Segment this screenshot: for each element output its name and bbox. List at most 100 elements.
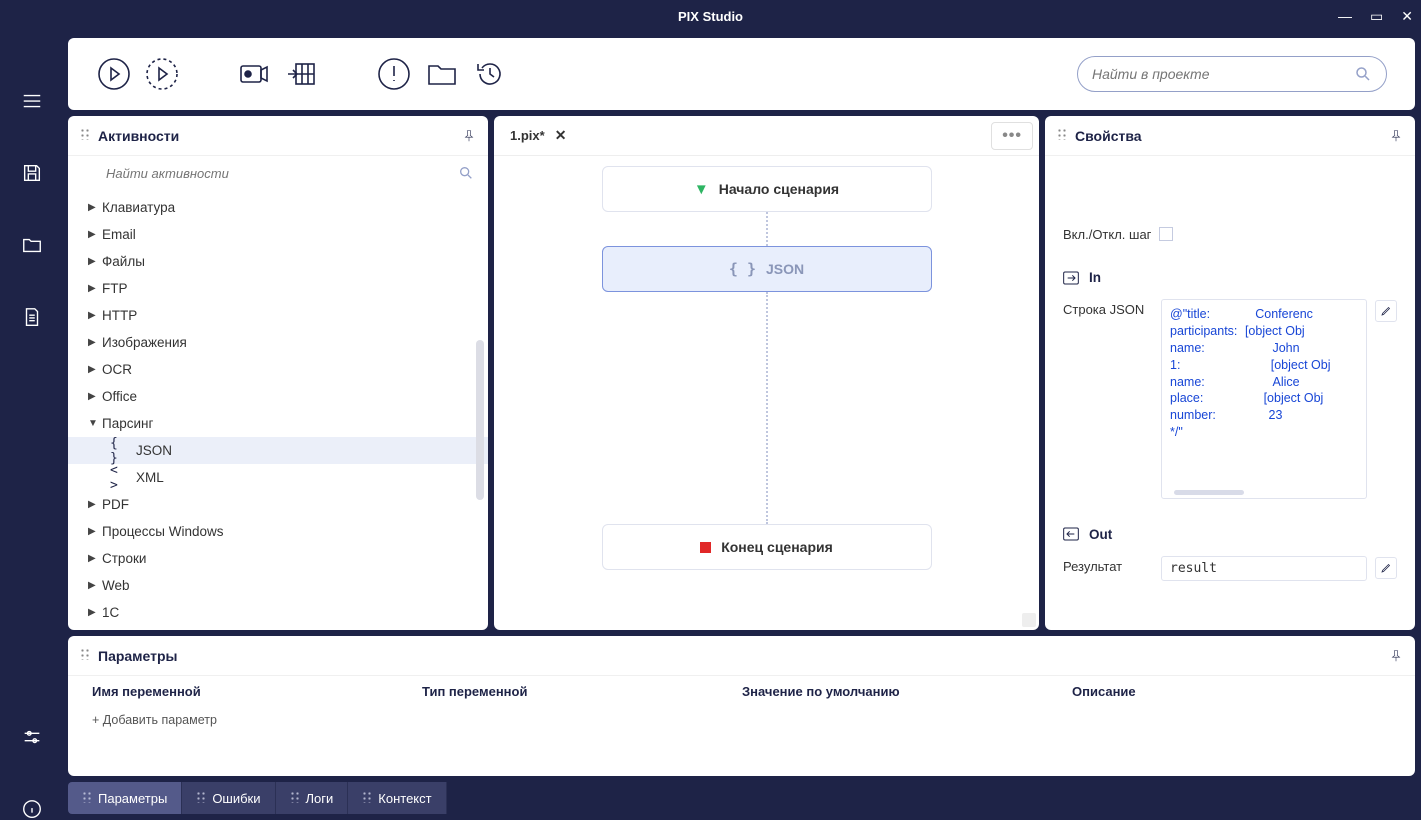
tree-item-label: Изображения <box>102 335 187 350</box>
result-value[interactable]: result <box>1161 556 1367 581</box>
col-variable-name[interactable]: Имя переменной <box>92 684 422 699</box>
search-icon <box>458 165 474 181</box>
properties-header[interactable]: Свойства <box>1045 116 1415 156</box>
history-icon[interactable] <box>472 56 508 92</box>
tree-item-label: Клавиатура <box>102 200 175 215</box>
json-string-label: Строка JSON <box>1063 299 1153 317</box>
footer-tab-label: Параметры <box>98 791 167 806</box>
flow-json-node[interactable]: { } JSON <box>602 246 932 292</box>
col-description[interactable]: Описание <box>1072 684 1136 699</box>
chevron-right-icon: ▶ <box>88 580 102 591</box>
tree-item[interactable]: ▶FTP <box>68 275 488 302</box>
footer-tab-errors[interactable]: Ошибки <box>182 782 275 814</box>
run-step-icon[interactable] <box>144 56 180 92</box>
left-rail <box>0 32 64 820</box>
canvas[interactable]: ▼ Начало сценария { } JSON Конец сценари… <box>494 156 1039 630</box>
play-icon: ▼ <box>694 181 709 198</box>
maximize-button[interactable]: ▭ <box>1370 8 1383 25</box>
run-icon[interactable] <box>96 56 132 92</box>
footer-tab-label: Логи <box>306 791 334 806</box>
tree-item[interactable]: ▶1C <box>68 599 488 626</box>
tree-item[interactable]: ▶Клавиатура <box>68 194 488 221</box>
titlebar: PIX Studio — ▭ ✕ <box>0 0 1421 32</box>
search-icon <box>1354 65 1372 83</box>
tree-item-label: HTTP <box>102 308 137 323</box>
chevron-right-icon: ▶ <box>88 499 102 510</box>
chevron-down-icon: ▼ <box>88 418 102 429</box>
chevron-right-icon: ▶ <box>88 607 102 618</box>
footer-tab-context[interactable]: Контекст <box>348 782 446 814</box>
tree-item[interactable]: ▶Файлы <box>68 248 488 275</box>
in-section[interactable]: In <box>1063 270 1397 285</box>
add-parameter-button[interactable]: + Добавить параметр <box>68 707 1415 733</box>
tree-item-label: Web <box>102 578 130 593</box>
flow-start-node[interactable]: ▼ Начало сценария <box>602 166 932 212</box>
tree-item[interactable]: ▶Email <box>68 221 488 248</box>
chevron-right-icon: ▶ <box>88 337 102 348</box>
chevron-right-icon: ▶ <box>88 553 102 564</box>
scrollbar-thumb[interactable] <box>476 340 484 500</box>
pin-icon[interactable] <box>1389 649 1403 663</box>
warning-icon[interactable] <box>376 56 412 92</box>
node-label: Конец сценария <box>721 539 833 555</box>
activities-search-input[interactable] <box>82 166 458 181</box>
out-label: Out <box>1089 527 1112 542</box>
tree-item[interactable]: ▶Процессы Windows <box>68 518 488 545</box>
settings-icon[interactable] <box>21 726 43 748</box>
tree-item[interactable]: ▼Парсинг <box>68 410 488 437</box>
footer-tab-logs[interactable]: Логи <box>276 782 349 814</box>
info-icon[interactable] <box>21 798 43 820</box>
edit-button[interactable] <box>1375 557 1397 579</box>
flow-end-node[interactable]: Конец сценария <box>602 524 932 570</box>
tree-item[interactable]: ▶Office <box>68 383 488 410</box>
activities-panel: Активности ▶Клавиатура▶Email▶Файлы▶FTP▶H… <box>68 116 488 630</box>
json-string-value[interactable]: @"title: Conferenc participants: [object… <box>1161 299 1367 499</box>
col-default-value[interactable]: Значение по умолчанию <box>742 684 1072 699</box>
tab-overflow-button[interactable]: ••• <box>991 122 1033 150</box>
toggle-step-row: Вкл./Откл. шаг <box>1063 224 1397 242</box>
tree-child[interactable]: < >XML <box>68 464 488 491</box>
pin-icon[interactable] <box>1389 129 1403 143</box>
tree-item[interactable]: ▶HTTP <box>68 302 488 329</box>
open-folder-icon[interactable] <box>424 56 460 92</box>
activities-title: Активности <box>98 128 179 144</box>
activities-header[interactable]: Активности <box>68 116 488 156</box>
out-section[interactable]: Out <box>1063 527 1397 542</box>
document-icon[interactable] <box>21 306 43 328</box>
chevron-right-icon: ▶ <box>88 202 102 213</box>
activities-search[interactable] <box>68 156 488 190</box>
tab-close-icon[interactable]: ✕ <box>555 127 567 144</box>
menu-icon[interactable] <box>21 90 43 112</box>
tree-item[interactable]: ▶Строки <box>68 545 488 572</box>
scrollbar-thumb[interactable] <box>1174 490 1244 495</box>
grid-import-icon[interactable] <box>284 56 320 92</box>
canvas-panel: 1.pix* ✕ ••• ▼ Начало сценария { } JSON <box>494 116 1039 630</box>
result-label: Результат <box>1063 556 1153 574</box>
record-icon[interactable] <box>236 56 272 92</box>
tree-child[interactable]: { }JSON <box>68 437 488 464</box>
tree-item[interactable]: ▶Изображения <box>68 329 488 356</box>
footer-tab-parameters[interactable]: Параметры <box>68 782 182 814</box>
folder-icon[interactable] <box>21 234 43 256</box>
minimize-button[interactable]: — <box>1338 8 1352 25</box>
tree-item-label: 1C <box>102 605 119 620</box>
project-search[interactable] <box>1077 56 1387 92</box>
tree-item[interactable]: ▶Web <box>68 572 488 599</box>
grip-icon <box>1057 128 1067 143</box>
file-tab[interactable]: 1.pix* ✕ <box>500 116 576 155</box>
edit-button[interactable] <box>1375 300 1397 322</box>
close-button[interactable]: ✕ <box>1401 8 1413 25</box>
flow-connector <box>766 292 768 524</box>
pin-icon[interactable] <box>462 129 476 143</box>
braces-icon: { } <box>729 260 756 278</box>
tree-item[interactable]: ▶OCR <box>68 356 488 383</box>
project-search-input[interactable] <box>1092 66 1354 82</box>
parameters-header[interactable]: Параметры <box>68 636 1415 676</box>
type-icon: < > <box>110 463 128 493</box>
toggle-step-checkbox[interactable] <box>1159 227 1173 241</box>
tree-child-label: JSON <box>136 443 172 458</box>
col-variable-type[interactable]: Тип переменной <box>422 684 742 699</box>
tree-item[interactable]: ▶PDF <box>68 491 488 518</box>
tab-label: 1.pix* <box>510 128 545 143</box>
save-icon[interactable] <box>21 162 43 184</box>
